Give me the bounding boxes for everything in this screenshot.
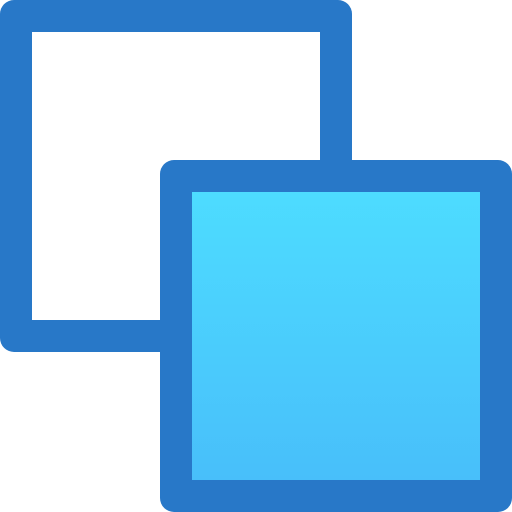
front-square-fill [192, 192, 480, 480]
icon-canvas [0, 0, 512, 512]
bring-to-front-icon [0, 0, 512, 512]
